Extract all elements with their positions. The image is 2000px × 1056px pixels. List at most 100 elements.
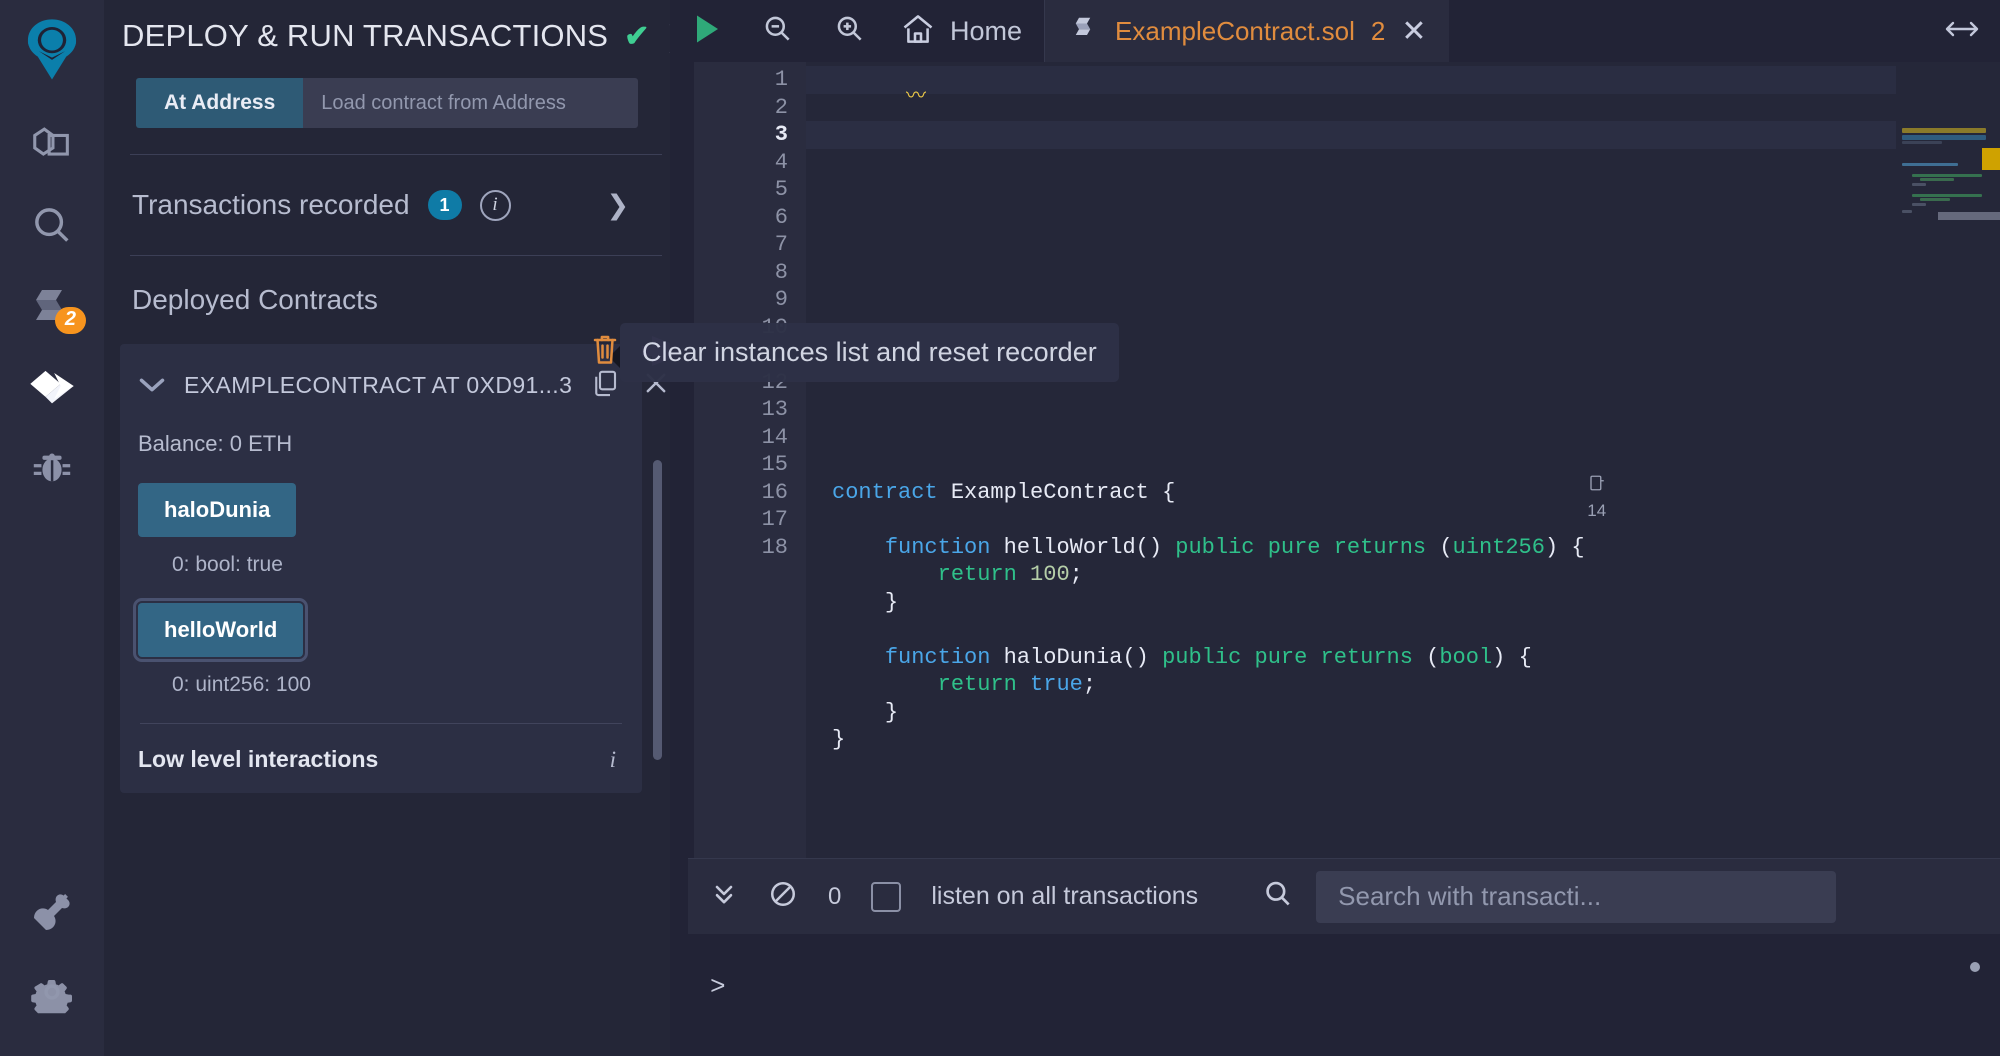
gas-estimation-lens: 14 [1540, 442, 1607, 552]
panel-scrollbar[interactable] [653, 460, 662, 760]
tab-examplecontract-sol[interactable]: ExampleContract.sol 2 ✕ [1044, 0, 1449, 62]
code-line[interactable]: } [806, 699, 2000, 727]
info-icon[interactable]: i [480, 190, 511, 221]
code-line[interactable]: function haloDunia() public pure returns… [806, 644, 2000, 672]
code-line[interactable] [806, 616, 2000, 644]
code-line[interactable]: } [806, 726, 2000, 754]
transactions-recorded-row[interactable]: Transactions recorded 1 i ❯ [104, 155, 670, 255]
sidebar-item-search[interactable] [0, 188, 104, 268]
zoom-out-icon [762, 13, 794, 50]
code-editor[interactable]: 123456789101112131415161718 〰 14 contrac… [670, 62, 2000, 858]
home-tab-label: Home [950, 16, 1022, 47]
code-line[interactable] [806, 424, 2000, 452]
line-number-gutter: 123456789101112131415161718 [694, 62, 806, 858]
code-line[interactable] [806, 506, 2000, 534]
copy-icon[interactable] [590, 368, 620, 403]
sidebar-item-solidity-compiler[interactable]: 2 [0, 268, 104, 348]
transactions-recorded-count: 1 [428, 190, 462, 220]
terminal-output[interactable]: > [688, 934, 2000, 1056]
deploy-run-icon [26, 360, 78, 417]
zoom-out-button[interactable] [742, 0, 814, 62]
tab-close-icon[interactable]: ✕ [1401, 14, 1426, 49]
listen-on-all-transactions-checkbox[interactable] [871, 882, 901, 912]
line-number: 3 [694, 121, 806, 149]
tooltip-text: Clear instances list and reset recorder [642, 337, 1097, 367]
code-line[interactable]: return 100; [806, 561, 2000, 589]
search-icon[interactable] [1262, 878, 1294, 915]
code-line[interactable] [806, 451, 2000, 479]
line-number: 5 [694, 176, 806, 204]
transactions-recorded-chevron-icon[interactable]: ❯ [607, 190, 630, 221]
gas-lens-value: 14 [1587, 501, 1606, 520]
page-title: DEPLOY & RUN TRANSACTIONS [122, 18, 608, 54]
pending-transactions-count: 0 [828, 883, 841, 911]
code-line[interactable] [806, 286, 2000, 314]
code-line[interactable] [806, 396, 2000, 424]
run-script-icon [688, 11, 724, 52]
code-line[interactable] [806, 259, 2000, 287]
deployed-contracts-label: Deployed Contracts [132, 284, 378, 316]
sidebar-item-file-explorer[interactable] [0, 108, 104, 188]
terminal-search-input[interactable]: Search with transacti... [1316, 871, 1836, 923]
line-number: 7 [694, 231, 806, 259]
low-level-interactions-label: Low level interactions [138, 746, 378, 773]
left-icon-bar: 2 [0, 0, 104, 1056]
line-number: 6 [694, 204, 806, 232]
sidebar-item-plugin-manager[interactable] [0, 874, 104, 954]
line-number: 18 [694, 534, 806, 562]
home-tab[interactable]: Home [886, 11, 1044, 52]
remix-ide-window: 2 [0, 0, 2000, 1056]
no-entry-icon [768, 896, 798, 913]
code-line[interactable]: } [806, 589, 2000, 617]
error-squiggle-icon: 〰 [906, 84, 926, 112]
line-number: 1 [694, 66, 806, 94]
home-icon [900, 11, 936, 52]
instance-balance: Balance: 0 ETH [120, 403, 642, 457]
editor-area: Home ExampleContract.sol 2 ✕ [670, 0, 2000, 1056]
zoom-in-icon [834, 13, 866, 50]
low-level-interactions-row[interactable]: Low level interactions i [120, 724, 642, 793]
sidebar-item-deploy-run[interactable] [0, 348, 104, 428]
code-line[interactable]: contract ExampleContract { [806, 479, 2000, 507]
debugger-icon [29, 443, 75, 494]
function-output-helloworld: 0: uint256: 100 [120, 657, 642, 697]
line-1-highlight [806, 66, 2000, 94]
low-level-info-icon[interactable]: i [610, 747, 616, 773]
clear-instances-button[interactable] [590, 332, 620, 373]
search-icon [29, 203, 75, 254]
transactions-recorded-label: Transactions recorded [132, 189, 410, 221]
sidebar-item-debugger[interactable] [0, 428, 104, 508]
line-number: 14 [694, 424, 806, 452]
line-number: 15 [694, 451, 806, 479]
terminal-search-group: Search with transacti... [1262, 871, 1836, 923]
line-number: 9 [694, 286, 806, 314]
instance-header[interactable]: EXAMPLECONTRACT AT 0XD91...3 [120, 362, 642, 403]
collapse-terminal-button[interactable] [710, 880, 738, 913]
terminal-panel: 0 listen on all transactions Search with… [670, 858, 2000, 1056]
terminal-status-dot [1970, 962, 1980, 972]
plugin-manager-icon [28, 888, 76, 941]
clear-console-button[interactable] [768, 879, 798, 914]
deployed-contracts-header: Deployed Contracts [104, 256, 670, 316]
contract-function-helloworld[interactable]: helloWorld [138, 603, 303, 657]
code-content[interactable]: 〰 14 contract ExampleContract { function… [806, 62, 2000, 858]
line-number: 17 [694, 506, 806, 534]
double-chevron-down-icon [710, 895, 738, 912]
chevron-down-icon[interactable] [138, 370, 166, 401]
line-number: 2 [694, 94, 806, 122]
run-script-button[interactable] [670, 0, 742, 62]
code-line[interactable]: return true; [806, 671, 2000, 699]
sidebar-item-settings[interactable] [0, 954, 104, 1034]
line-number: 13 [694, 396, 806, 424]
code-line[interactable]: function helloWorld() public pure return… [806, 534, 2000, 562]
zoom-in-button[interactable] [814, 0, 886, 62]
editor-minimap[interactable] [1896, 62, 2000, 858]
at-address-button[interactable]: At Address [136, 78, 303, 128]
load-contract-address-input[interactable]: Load contract from Address [303, 78, 638, 128]
plugin-status-check-icon: ✔ [624, 19, 649, 54]
deployed-contract-instance: EXAMPLECONTRACT AT 0XD91...3 [120, 344, 642, 793]
horizontal-resize-icon[interactable] [1942, 16, 2000, 47]
remix-logo[interactable] [16, 14, 88, 86]
contract-function-halodunia[interactable]: haloDunia [138, 483, 296, 537]
compiler-badge: 2 [55, 307, 86, 334]
